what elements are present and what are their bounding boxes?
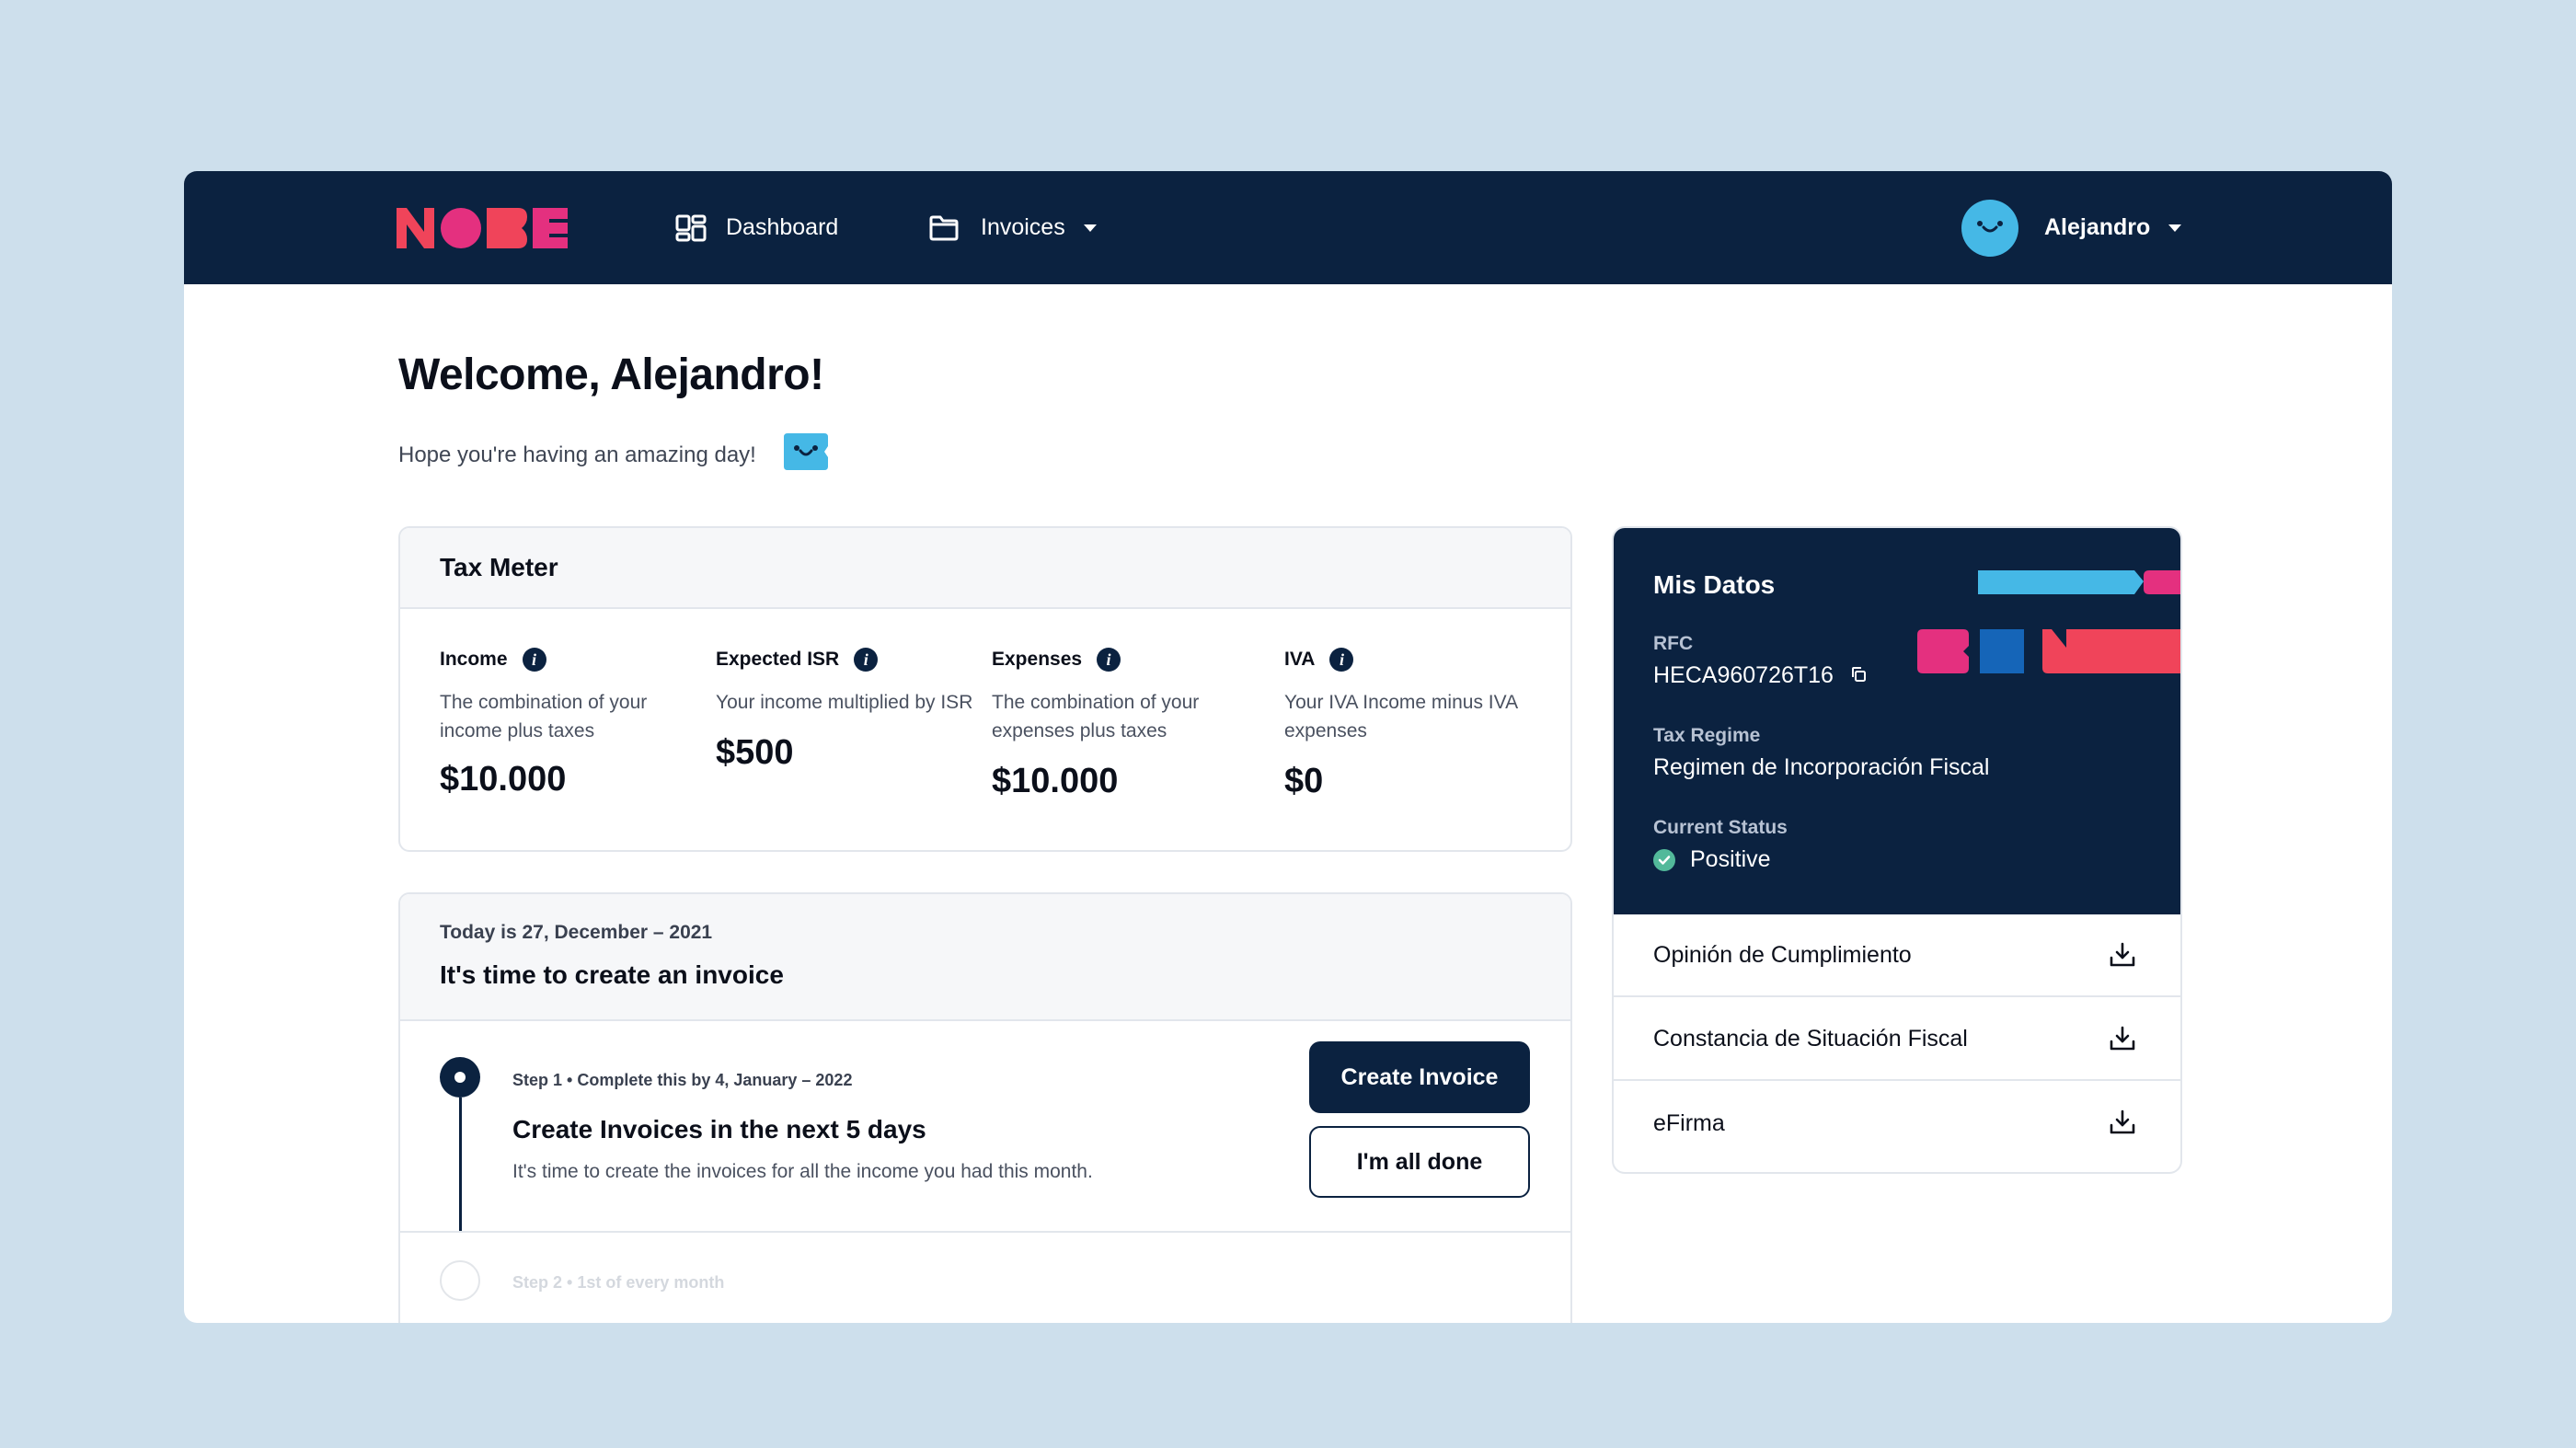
status-value: Positive <box>1690 846 1771 872</box>
download-constancia-situacion-fiscal[interactable]: Constancia de Situación Fiscal <box>1614 998 2180 1081</box>
create-invoice-button[interactable]: Create Invoice <box>1309 1041 1530 1113</box>
metric-value: $500 <box>716 733 794 772</box>
metric-expected-isr: Expected ISR i Your income multiplied by… <box>716 648 973 773</box>
app-window: Dashboard Invoices Alejandro Welcome, Al… <box>184 171 2392 1323</box>
all-done-button[interactable]: I'm all done <box>1309 1126 1530 1198</box>
folder-icon <box>929 215 959 241</box>
step-meta: Step 2 • 1st of every month <box>512 1273 725 1292</box>
nav-invoices-label: Invoices <box>981 214 1065 240</box>
rfc-field: HECA960726T16 <box>1653 662 1867 689</box>
info-icon[interactable]: i <box>522 648 546 672</box>
metric-label: Expected ISR <box>716 649 840 670</box>
chevron-down-icon <box>2168 224 2182 232</box>
step-description: It's time to create the invoices for all… <box>512 1161 1093 1182</box>
step-title: Create Invoices in the next 5 days <box>512 1115 926 1143</box>
smiley-face-icon <box>783 433 828 477</box>
steps-title: It's time to create an invoice <box>440 960 784 989</box>
tax-regime-label: Tax Regime <box>1653 725 1761 746</box>
subtitle-text: Hope you're having an amazing day! <box>398 442 756 467</box>
rfc-value: HECA960726T16 <box>1653 662 1834 688</box>
smiley-face-icon <box>1977 220 2003 232</box>
mis-datos-panel: Mis Datos RFC HECA960726T16 Tax Regime R… <box>1614 528 2180 914</box>
status-label: Current Status <box>1653 817 1788 838</box>
invoice-steps-card: Today is 27, December – 2021 It's time t… <box>398 892 1572 1323</box>
top-navbar: Dashboard Invoices Alejandro <box>184 171 2392 284</box>
user-name: Alejandro <box>2044 214 2151 240</box>
status-field: Positive <box>1653 846 1771 873</box>
chevron-down-icon <box>1083 224 1097 232</box>
download-icon[interactable] <box>2109 941 2136 973</box>
metric-value: $0 <box>1284 762 1324 800</box>
step-connector <box>459 1097 462 1231</box>
page-title: Welcome, Alejandro! <box>398 351 824 399</box>
step-meta: Step 1 • Complete this by 4, January – 2… <box>512 1071 853 1089</box>
nav-dashboard-label: Dashboard <box>726 214 839 240</box>
metric-description: Your income multiplied by ISR <box>716 692 973 713</box>
metric-label: IVA <box>1284 649 1316 670</box>
metric-label: Expenses <box>992 649 1083 670</box>
metric-iva: IVA i Your IVA Income minus IVA expenses… <box>1284 648 1542 801</box>
step-active-indicator <box>440 1057 480 1097</box>
info-icon[interactable]: i <box>854 648 879 672</box>
nav-invoices[interactable]: Invoices <box>929 171 1097 284</box>
avatar[interactable] <box>1961 199 2018 257</box>
rfc-label: RFC <box>1653 633 1694 654</box>
metric-description: The combination of your income plus taxe… <box>440 692 648 741</box>
metric-value: $10.000 <box>992 762 1119 800</box>
metric-label: Income <box>440 649 508 670</box>
info-icon[interactable]: i <box>1097 648 1121 672</box>
download-label: Opinión de Cumplimiento <box>1653 941 1912 968</box>
metric-description: The combination of your expenses plus ta… <box>992 692 1200 741</box>
metric-income: Income i The combination of your income … <box>440 648 697 799</box>
tax-meter-title: Tax Meter <box>400 528 1570 609</box>
download-icon[interactable] <box>2109 1109 2136 1141</box>
tax-regime-value: Regimen de Incorporación Fiscal <box>1653 754 1990 780</box>
page-subtitle: Hope you're having an amazing day! <box>398 433 828 477</box>
nobe-logo[interactable] <box>397 208 568 253</box>
metric-description: Your IVA Income minus IVA expenses <box>1284 692 1517 741</box>
metric-expenses: Expenses i The combination of your expen… <box>992 648 1249 801</box>
user-menu[interactable]: Alejandro <box>1961 171 2182 284</box>
steps-header: Today is 27, December – 2021 It's time t… <box>400 894 1570 1021</box>
check-circle-icon <box>1653 848 1675 871</box>
step-1: Step 1 • Complete this by 4, January – 2… <box>400 1021 1570 1233</box>
info-icon[interactable]: i <box>1329 648 1354 672</box>
metric-value: $10.000 <box>440 760 567 799</box>
mis-datos-card: Mis Datos RFC HECA960726T16 Tax Regime R… <box>1612 526 2182 1174</box>
today-date: Today is 27, December – 2021 <box>440 922 713 943</box>
mis-datos-title: Mis Datos <box>1653 570 1776 599</box>
download-label: Constancia de Situación Fiscal <box>1653 1025 1968 1052</box>
tax-meter-card: Tax Meter Income i The combination of yo… <box>398 526 1572 852</box>
download-opinion-cumplimiento[interactable]: Opinión de Cumplimiento <box>1614 914 2180 997</box>
download-efirma[interactable]: eFirma <box>1614 1082 2180 1165</box>
nav-dashboard[interactable]: Dashboard <box>675 171 838 284</box>
download-icon[interactable] <box>2109 1025 2136 1057</box>
dashboard-icon <box>675 214 707 242</box>
download-label: eFirma <box>1653 1109 1725 1136</box>
copy-icon[interactable] <box>1850 662 1867 689</box>
step-inactive-indicator <box>440 1260 480 1301</box>
step-2: Step 2 • 1st of every month <box>400 1233 1570 1323</box>
